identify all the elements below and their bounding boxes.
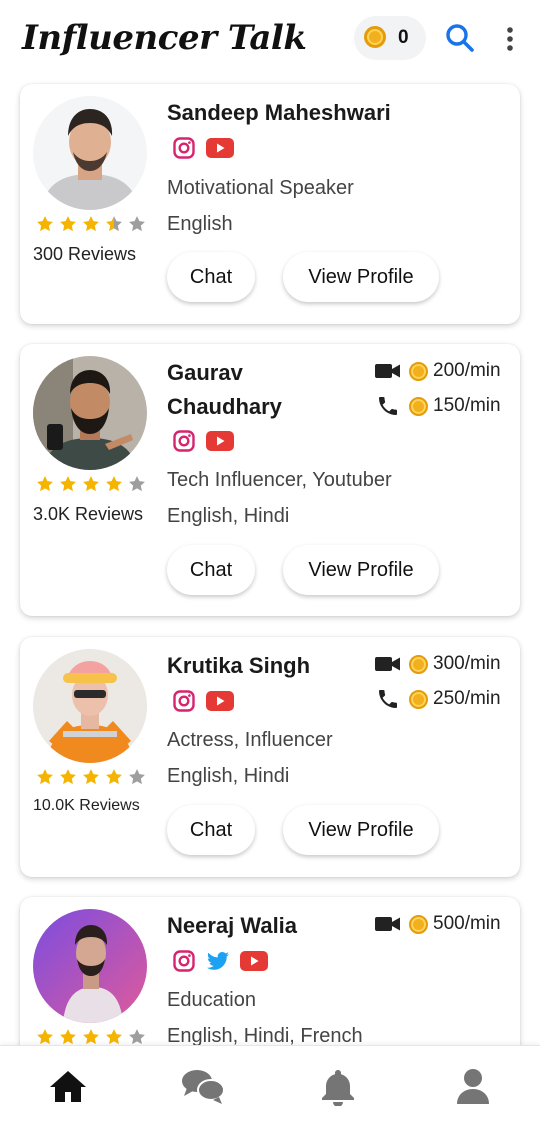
star-icon: [81, 474, 101, 494]
voice-call-price: 250/min: [433, 688, 501, 709]
chat-bubbles-icon[interactable]: [181, 1066, 225, 1106]
coin-icon: [409, 396, 428, 416]
star-icon: [104, 767, 124, 787]
more-options-icon[interactable]: [500, 24, 520, 54]
star-icon: [81, 767, 101, 787]
avatar[interactable]: [33, 96, 147, 210]
search-icon[interactable]: [444, 22, 476, 54]
star-icon: [104, 214, 124, 234]
instagram-icon[interactable]: [172, 136, 196, 160]
instagram-icon[interactable]: [172, 429, 196, 453]
influencer-name-line2: Chaudhary: [167, 394, 282, 419]
rating-stars: [35, 474, 147, 496]
video-call-rate[interactable]: 200/min: [375, 357, 501, 385]
voice-call-price: 150/min: [433, 395, 501, 416]
coin-icon: [364, 26, 386, 48]
influencer-name-line1: Gaurav: [167, 360, 243, 385]
chat-button[interactable]: Chat: [167, 252, 255, 302]
youtube-icon[interactable]: [240, 951, 268, 971]
star-icon: [35, 214, 55, 234]
influencer-category: Education: [167, 989, 256, 1011]
video-call-rate[interactable]: 500/min: [375, 910, 501, 938]
video-call-price: 300/min: [433, 653, 501, 674]
influencer-category: Actress, Influencer: [167, 729, 333, 751]
influencer-card[interactable]: 3.0K Reviews Gaurav Chaudhary 200/min 15…: [20, 344, 520, 616]
avatar[interactable]: [33, 356, 147, 470]
star-icon: [104, 474, 124, 494]
instagram-icon[interactable]: [172, 949, 196, 973]
influencer-languages: English, Hindi: [167, 765, 290, 787]
star-icon: [127, 214, 147, 234]
influencer-category: Motivational Speaker: [167, 177, 354, 199]
voice-call-rate[interactable]: 150/min: [375, 392, 501, 420]
coin-icon: [409, 654, 428, 674]
coin-icon: [409, 914, 428, 934]
social-links: [172, 949, 268, 973]
phone-icon: [375, 394, 401, 418]
phone-icon: [375, 687, 401, 711]
coin-icon: [409, 689, 428, 709]
influencer-card[interactable]: 10.0K Reviews Krutika Singh 300/min 250/…: [20, 637, 520, 877]
bottom-navigation: [0, 1045, 540, 1130]
reviews-count: 10.0K Reviews: [33, 797, 140, 814]
video-camera-icon: [375, 652, 401, 676]
influencer-name[interactable]: Sandeep Maheshwari: [167, 96, 391, 130]
star-icon: [35, 1027, 55, 1047]
star-icon: [58, 214, 78, 234]
coin-count: 0: [398, 27, 409, 48]
social-links: [172, 136, 234, 160]
chat-button[interactable]: Chat: [167, 545, 255, 595]
star-icon: [127, 474, 147, 494]
influencer-category: Tech Influencer, Youtuber: [167, 469, 392, 491]
rating-stars: [35, 767, 147, 789]
bell-icon[interactable]: [318, 1066, 358, 1107]
influencer-name[interactable]: Neeraj Walia: [167, 909, 297, 943]
star-icon: [58, 767, 78, 787]
social-links: [172, 429, 234, 453]
video-call-price: 200/min: [433, 360, 501, 381]
influencer-card[interactable]: 300 Reviews Sandeep Maheshwari Motivatio…: [20, 84, 520, 324]
star-icon: [127, 1027, 147, 1047]
youtube-icon[interactable]: [206, 691, 234, 711]
rating-stars: [35, 214, 147, 236]
star-icon: [35, 474, 55, 494]
profile-icon[interactable]: [453, 1066, 493, 1106]
star-icon: [81, 1027, 101, 1047]
influencer-name[interactable]: Gaurav Chaudhary: [167, 356, 282, 424]
influencer-languages: English, Hindi: [167, 505, 290, 527]
influencer-languages: English: [167, 213, 233, 235]
star-icon: [58, 1027, 78, 1047]
star-icon: [81, 214, 101, 234]
coin-balance-button[interactable]: 0: [354, 16, 426, 60]
view-profile-button[interactable]: View Profile: [283, 805, 439, 855]
star-icon: [127, 767, 147, 787]
star-icon: [104, 1027, 124, 1047]
twitter-icon[interactable]: [206, 949, 230, 973]
app-title: Influencer Talk: [22, 18, 307, 58]
video-camera-icon: [375, 359, 401, 383]
social-links: [172, 689, 234, 713]
avatar[interactable]: [33, 909, 147, 1023]
star-icon: [58, 474, 78, 494]
video-camera-icon: [375, 912, 401, 936]
view-profile-button[interactable]: View Profile: [283, 545, 439, 595]
home-icon[interactable]: [48, 1066, 88, 1106]
view-profile-button[interactable]: View Profile: [283, 252, 439, 302]
influencer-name[interactable]: Krutika Singh: [167, 649, 310, 683]
instagram-icon[interactable]: [172, 689, 196, 713]
reviews-count: 3.0K Reviews: [33, 504, 144, 524]
video-call-rate[interactable]: 300/min: [375, 650, 501, 678]
coin-icon: [409, 361, 428, 381]
youtube-icon[interactable]: [206, 431, 234, 451]
app-header: Influencer Talk 0: [0, 0, 540, 80]
video-call-price: 500/min: [433, 913, 501, 934]
voice-call-rate[interactable]: 250/min: [375, 685, 501, 713]
avatar[interactable]: [33, 649, 147, 763]
reviews-count: 300 Reviews: [33, 244, 137, 264]
star-icon: [35, 767, 55, 787]
chat-button[interactable]: Chat: [167, 805, 255, 855]
youtube-icon[interactable]: [206, 138, 234, 158]
